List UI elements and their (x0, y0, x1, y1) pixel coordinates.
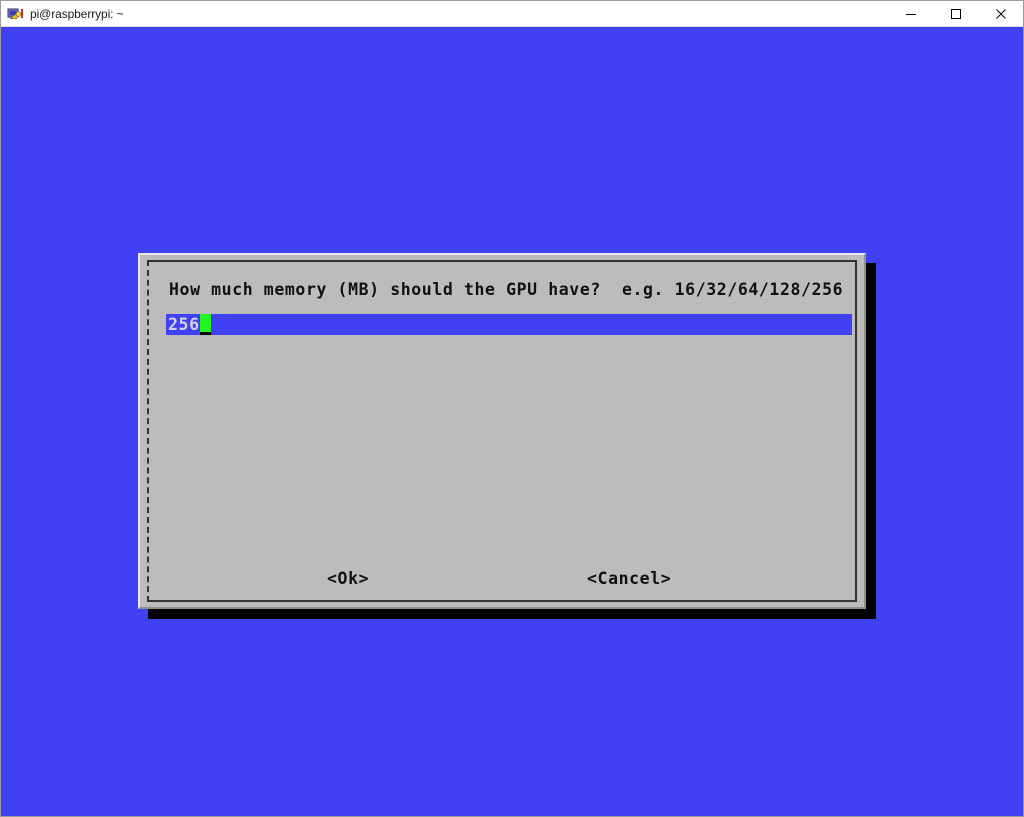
ok-button[interactable]: <Ok> (327, 567, 369, 591)
dialog-inner-frame: How much memory (MB) should the GPU have… (147, 260, 857, 602)
gpu-memory-dialog: How much memory (MB) should the GPU have… (138, 253, 866, 609)
minimize-button[interactable] (888, 1, 933, 26)
maximize-icon (950, 8, 961, 19)
window-titlebar[interactable]: pi@raspberrypi: ~ (1, 1, 1023, 27)
dialog-button-bar: <Ok> <Cancel> (149, 567, 855, 591)
putty-terminal-icon (6, 5, 24, 23)
text-cursor-icon (199, 314, 211, 335)
window-controls (888, 1, 1023, 26)
terminal-screen[interactable]: How much memory (MB) should the GPU have… (1, 27, 1023, 816)
gpu-memory-input[interactable]: 256 (166, 314, 852, 335)
minimize-icon (905, 13, 916, 15)
maximize-button[interactable] (933, 1, 978, 26)
terminal-window: pi@raspberrypi: ~ How much memory (MB) s… (0, 0, 1024, 817)
close-icon (995, 8, 1006, 19)
cancel-button[interactable]: <Cancel> (587, 567, 671, 591)
gpu-memory-input-value: 256 (168, 315, 200, 334)
dialog-prompt-text: How much memory (MB) should the GPU have… (169, 280, 844, 299)
close-button[interactable] (978, 1, 1023, 26)
window-title: pi@raspberrypi: ~ (30, 6, 124, 21)
